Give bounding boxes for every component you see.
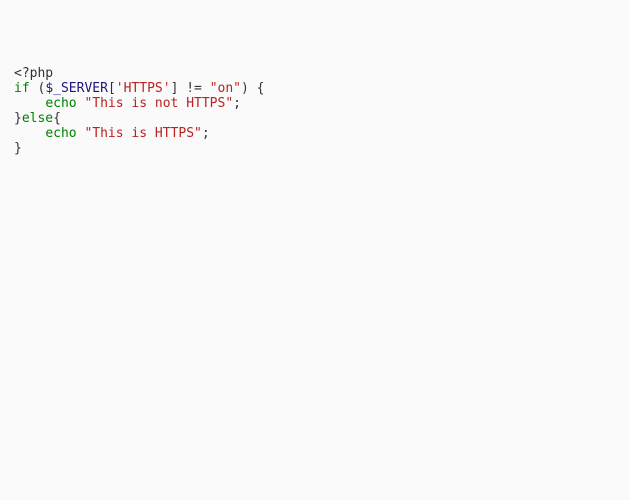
keyword-echo: echo xyxy=(45,126,76,141)
string-on: "on" xyxy=(210,81,241,96)
bracket-open: [ xyxy=(108,81,116,96)
line-2: if ($_SERVER['HTTPS'] != "on") { xyxy=(14,81,265,96)
variable-server: $_SERVER xyxy=(45,81,108,96)
string-is-https: "This is HTTPS" xyxy=(84,126,201,141)
paren-close: ) xyxy=(241,81,249,96)
punct: ( xyxy=(30,81,46,96)
indent xyxy=(14,96,45,111)
keyword-echo: echo xyxy=(45,96,76,111)
code-block: <?php if ($_SERVER['HTTPS'] != "on") { e… xyxy=(14,66,616,156)
brace-close: } xyxy=(14,141,22,156)
string-https-key: 'HTTPS' xyxy=(116,81,171,96)
brace-close: } xyxy=(14,111,22,126)
line-1: <?php xyxy=(14,66,53,81)
space xyxy=(202,81,210,96)
string-not-https: "This is not HTTPS" xyxy=(84,96,233,111)
brace-open: { xyxy=(249,81,265,96)
line-4: }else{ xyxy=(14,111,61,126)
php-open-tag: <?php xyxy=(14,66,53,81)
line-6: } xyxy=(14,141,22,156)
brace-open: { xyxy=(53,111,61,126)
operator-neq: != xyxy=(186,81,202,96)
line-5: echo "This is HTTPS"; xyxy=(14,126,210,141)
keyword-if: if xyxy=(14,81,30,96)
semicolon: ; xyxy=(202,126,210,141)
keyword-else: else xyxy=(22,111,53,126)
line-3: echo "This is not HTTPS"; xyxy=(14,96,241,111)
semicolon: ; xyxy=(233,96,241,111)
indent xyxy=(14,126,45,141)
